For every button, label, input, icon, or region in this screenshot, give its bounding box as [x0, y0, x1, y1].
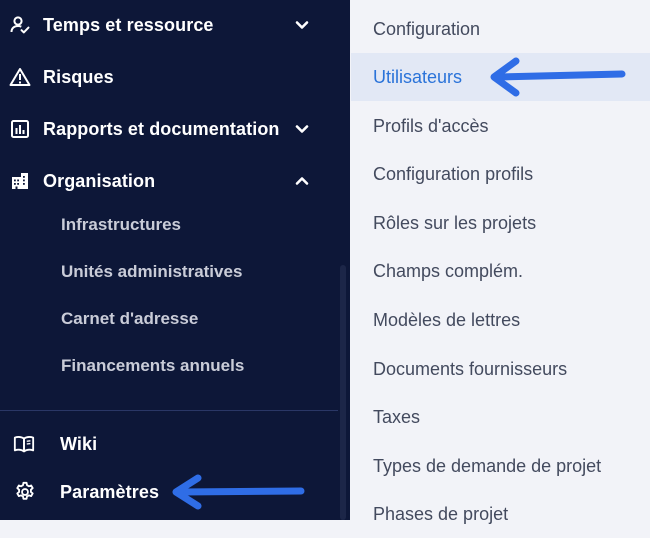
building-icon — [9, 170, 31, 192]
sidebar-item-label: Risques — [43, 66, 114, 87]
sidebar-item-wiki[interactable]: Wiki — [0, 422, 338, 466]
sidebar-item-label: Temps et ressource — [43, 14, 214, 35]
settings-menu-item-label: Configuration profils — [373, 163, 534, 184]
sidebar-subitem-infrastructures[interactable]: Infrastructures — [0, 205, 338, 245]
sidebar-item-label: Rapports et documentation — [43, 118, 280, 139]
sidebar-divider — [0, 410, 338, 411]
settings-menu-item-profils-d-acces[interactable]: Profils d'accès — [351, 102, 650, 150]
chevron-down-icon[interactable] — [292, 15, 312, 35]
chart-report-icon — [9, 118, 31, 140]
sidebar-item-label: Organisation — [43, 170, 156, 191]
settings-menu-item-label: Modèles de lettres — [373, 309, 521, 330]
settings-menu-item-modeles-de-lettres[interactable]: Modèles de lettres — [351, 296, 650, 344]
sidebar-item-risques[interactable]: Risques — [0, 55, 338, 99]
settings-menu-item-label: Phases de projet — [373, 503, 509, 524]
sidebar-item-organisation[interactable]: Organisation — [0, 159, 338, 203]
sidebar-item-label: Wiki — [60, 433, 98, 454]
warning-icon — [9, 66, 31, 88]
settings-menu-item-configuration-profils[interactable]: Configuration profils — [351, 150, 650, 198]
settings-menu-item-documents-fournisseurs[interactable]: Documents fournisseurs — [351, 345, 650, 393]
settings-menu-item-taxes[interactable]: Taxes — [351, 393, 650, 441]
settings-menu-item-label: Utilisateurs — [373, 66, 463, 87]
sidebar-scrollbar-thumb[interactable] — [340, 265, 346, 520]
sidebar-item-temps-et-ressource[interactable]: Temps et ressource — [0, 3, 338, 47]
settings-menu-item-roles-sur-les-projets[interactable]: Rôles sur les projets — [351, 199, 650, 247]
sidebar-subitem-label: Unités administratives — [61, 262, 243, 281]
settings-menu-item-champs-complem[interactable]: Champs complém. — [351, 247, 650, 295]
settings-menu-item-phases-de-projet[interactable]: Phases de projet — [351, 490, 650, 538]
sidebar-subitem-label: Infrastructures — [61, 215, 181, 234]
settings-menu-item-label: Champs complém. — [373, 260, 524, 281]
sidebar-subitem-carnet-d-adresse[interactable]: Carnet d'adresse — [0, 299, 338, 339]
sidebar-item-rapports-et-documentation[interactable]: Rapports et documentation — [0, 107, 338, 151]
settings-menu-item-label: Profils d'accès — [373, 115, 489, 136]
sidebar-item-label: Paramètres — [60, 481, 160, 502]
sidebar-subitem-financements-annuels[interactable]: Financements annuels — [0, 346, 338, 386]
settings-menu-item-label: Rôles sur les projets — [373, 212, 537, 233]
settings-menu-item-label: Types de demande de projet — [373, 455, 602, 476]
sidebar: Temps et ressource Risques Rapports et d… — [0, 0, 338, 520]
settings-menu-item-label: Taxes — [373, 406, 421, 427]
annotation-arrow-icon — [490, 57, 626, 97]
annotation-arrow-icon — [172, 474, 305, 510]
sidebar-subitem-unites-administratives[interactable]: Unités administratives — [0, 252, 338, 292]
sidebar-subitem-label: Carnet d'adresse — [61, 309, 199, 328]
gear-icon — [14, 481, 36, 503]
chevron-up-icon[interactable] — [292, 171, 312, 191]
book-icon — [13, 433, 35, 455]
sidebar-subitem-label: Financements annuels — [61, 356, 245, 375]
settings-menu-item-types-de-demande-de-projet[interactable]: Types de demande de projet — [351, 442, 650, 490]
chevron-down-icon[interactable] — [292, 119, 312, 139]
settings-menu-item-configuration[interactable]: Configuration — [351, 5, 650, 53]
user-check-icon — [9, 14, 31, 36]
settings-menu-item-label: Documents fournisseurs — [373, 358, 568, 379]
settings-menu-item-label: Configuration — [373, 18, 481, 39]
